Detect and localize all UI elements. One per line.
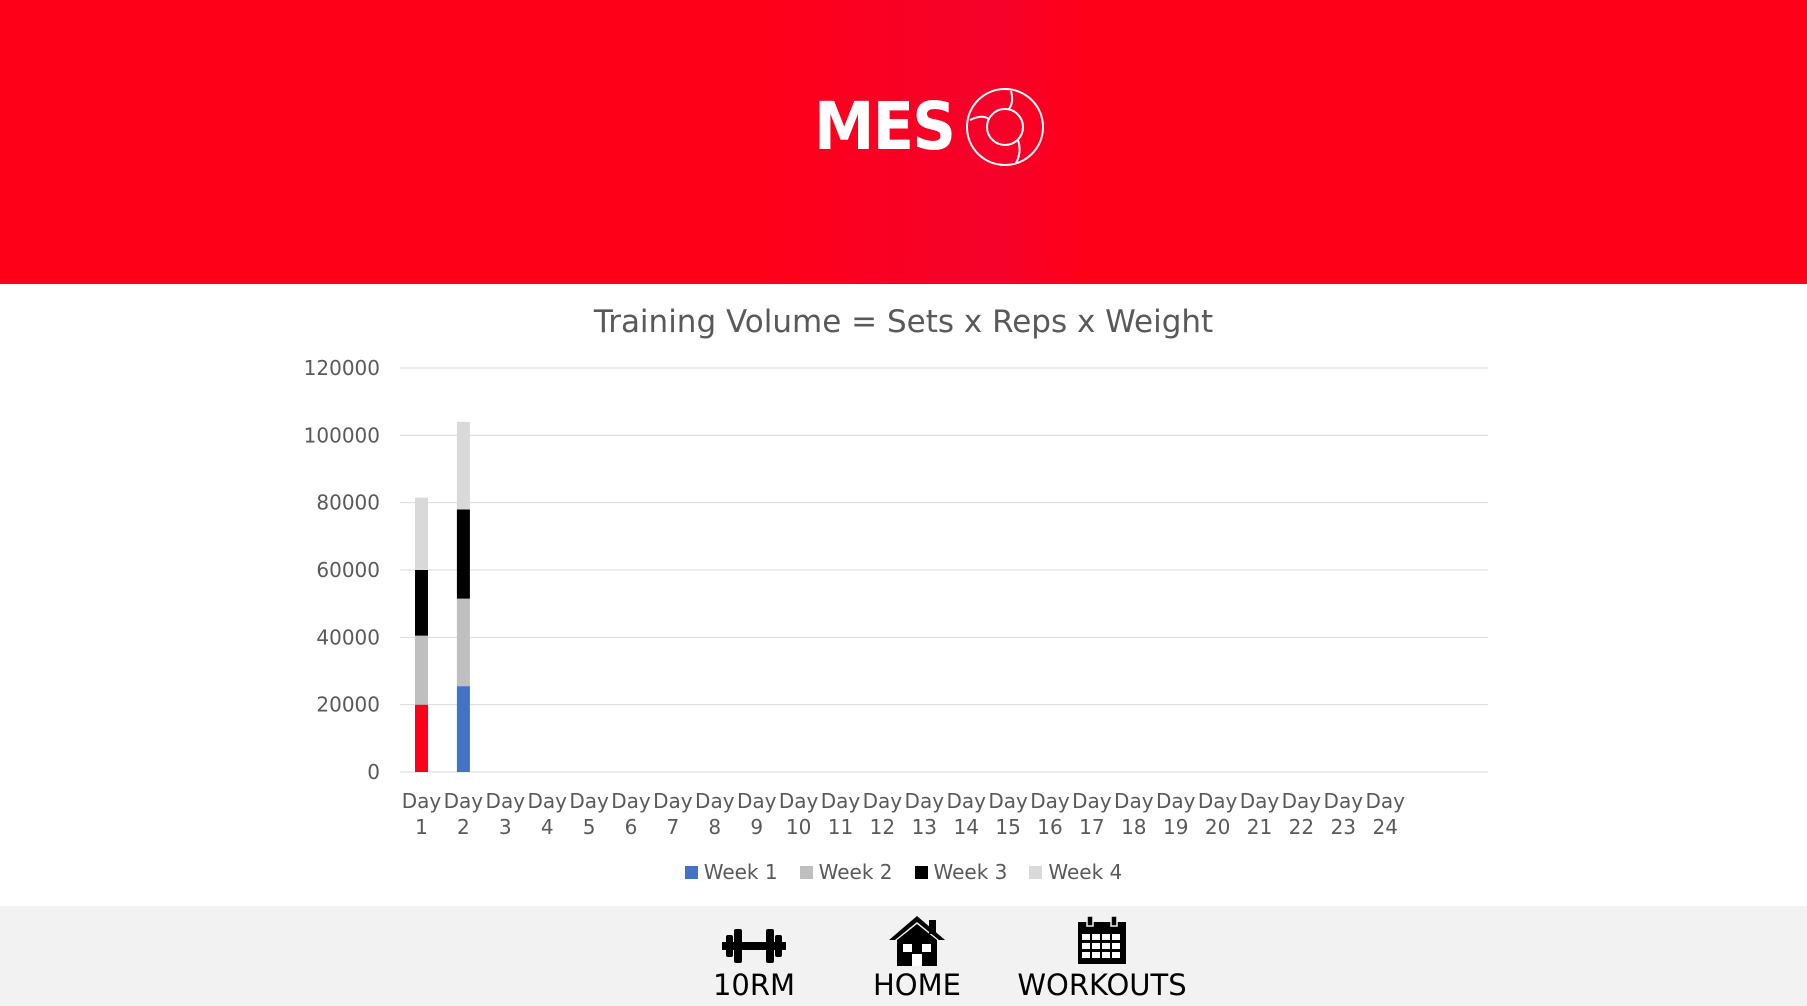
y-tick-label: 20000 bbox=[316, 693, 380, 717]
x-tick-label: Day 13 bbox=[905, 789, 945, 839]
x-tick-label: Day 20 bbox=[1198, 789, 1238, 839]
y-tick-label: 120000 bbox=[304, 356, 380, 380]
legend-swatch bbox=[684, 865, 698, 879]
x-tick-label: Day 15 bbox=[988, 789, 1028, 839]
x-tick-label: Day 7 bbox=[653, 789, 693, 839]
chart-container: 0 20000 40000 60000 80000 100000 120000 Day 1 Da… bbox=[0, 284, 1807, 906]
chart-legend: Week 1 Week 2 Week 3 Week 4 bbox=[0, 860, 1807, 884]
x-tick-label: Day 21 bbox=[1240, 789, 1280, 839]
legend-label: Week 3 bbox=[933, 860, 1008, 884]
bar-segment bbox=[415, 570, 428, 636]
x-tick-label: Day 5 bbox=[569, 789, 609, 839]
legend-item: Week 3 bbox=[914, 860, 1008, 884]
cycle-ring-icon bbox=[966, 88, 1045, 166]
x-tick-label: Day 17 bbox=[1072, 789, 1112, 839]
x-tick-label: Day 3 bbox=[486, 789, 526, 839]
bottom-navigation: 10RM HOME WORKOUTS bbox=[0, 906, 1807, 1006]
x-tick-label: Day 19 bbox=[1156, 789, 1196, 839]
dumbbell-icon bbox=[722, 914, 786, 966]
x-tick-label: Day 22 bbox=[1282, 789, 1322, 839]
y-tick-label: 60000 bbox=[316, 558, 380, 582]
nav-workouts-label: WORKOUTS bbox=[1017, 968, 1187, 1002]
x-tick-label: Day 6 bbox=[611, 789, 651, 839]
bar-segment bbox=[415, 497, 428, 570]
nav-10rm-button[interactable]: 10RM bbox=[664, 914, 844, 1002]
bar-segment bbox=[456, 509, 470, 599]
legend-swatch bbox=[914, 865, 928, 879]
x-tick-label: Day 2 bbox=[444, 789, 484, 839]
legend-label: Week 1 bbox=[703, 860, 778, 884]
legend-label: Week 4 bbox=[1048, 860, 1123, 884]
home-icon bbox=[887, 914, 947, 966]
app-logo: MES bbox=[814, 84, 1046, 170]
x-tick-label: Day 10 bbox=[779, 789, 819, 839]
nav-10rm-label: 10RM bbox=[712, 968, 796, 1002]
x-tick-label: Day 9 bbox=[737, 789, 777, 839]
x-tick-label: Day 23 bbox=[1324, 789, 1364, 839]
nav-home-button[interactable]: HOME bbox=[827, 914, 1007, 1002]
x-tick-label: Day 4 bbox=[527, 789, 567, 839]
logo-text: MES bbox=[814, 88, 956, 165]
training-volume-chart: 020000400006000080000100000120000 Day 1Da… bbox=[304, 356, 1488, 839]
legend-label: Week 2 bbox=[818, 860, 893, 884]
x-tick-label: Day 11 bbox=[821, 789, 861, 839]
x-tick-label: Day 14 bbox=[946, 789, 986, 839]
legend-item: Week 1 bbox=[684, 860, 778, 884]
y-tick-label: 0 bbox=[367, 760, 380, 784]
chart-title: Training Volume = Sets x Reps x Weight bbox=[593, 304, 1214, 340]
y-tick-label: 80000 bbox=[316, 491, 380, 515]
nav-home-label: HOME bbox=[873, 968, 961, 1002]
x-tick-label: Day 12 bbox=[863, 789, 903, 839]
bar-segment bbox=[456, 421, 470, 510]
legend-swatch bbox=[1029, 865, 1043, 879]
header-banner: MES bbox=[0, 0, 1807, 284]
x-tick-label: Day 18 bbox=[1114, 789, 1154, 839]
x-tick-label: Day 8 bbox=[695, 789, 735, 839]
bar-segment bbox=[415, 635, 428, 705]
bar-segment bbox=[415, 704, 428, 772]
legend-swatch bbox=[799, 865, 813, 879]
legend-item: Week 4 bbox=[1029, 860, 1122, 884]
calendar-icon bbox=[1076, 914, 1128, 966]
x-tick-label: Day 16 bbox=[1030, 789, 1070, 839]
nav-workouts-button[interactable]: WORKOUTS bbox=[1002, 914, 1202, 1002]
bar-segment bbox=[456, 598, 470, 687]
bar-segment bbox=[456, 686, 470, 772]
y-tick-label: 100000 bbox=[304, 423, 380, 447]
y-tick-label: 40000 bbox=[316, 625, 380, 649]
x-tick-label: Day 24 bbox=[1365, 789, 1405, 839]
x-tick-label: Day 1 bbox=[402, 789, 442, 839]
legend-item: Week 2 bbox=[799, 860, 893, 884]
